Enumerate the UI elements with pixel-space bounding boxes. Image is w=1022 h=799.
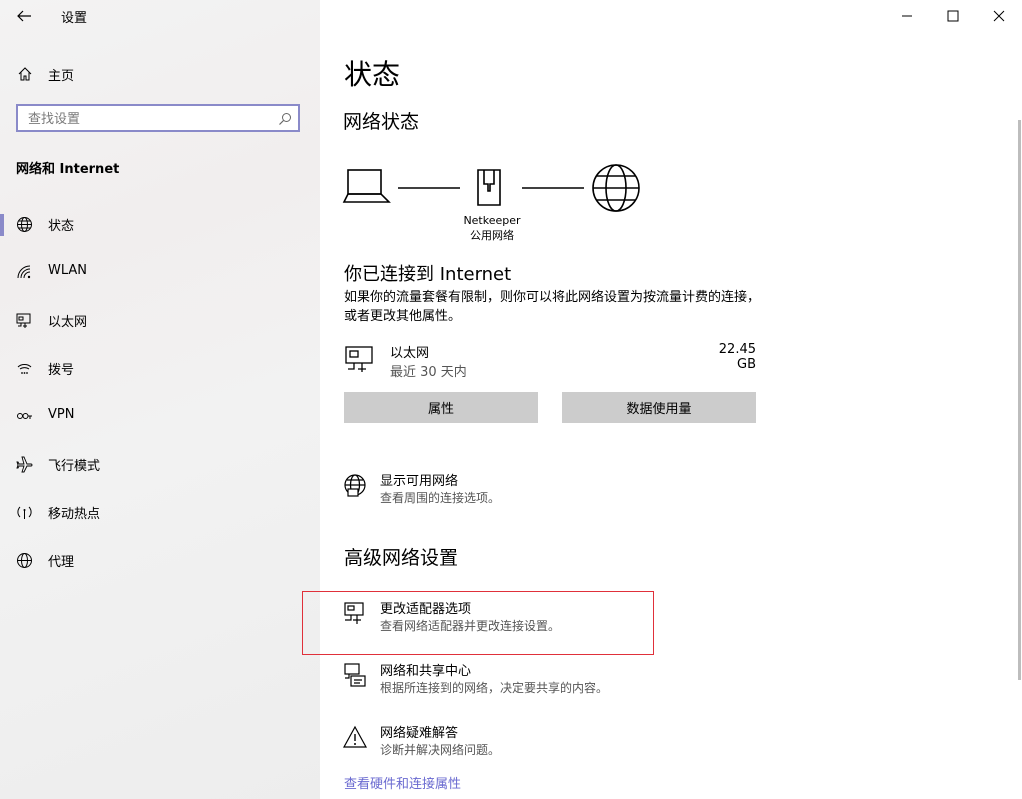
- network-status-title: 网络状态: [343, 111, 420, 133]
- sidebar-item-label: 代理: [48, 555, 75, 570]
- vpn-icon: [16, 408, 33, 425]
- sidebar-item-airplane[interactable]: 飞行模式: [0, 444, 320, 484]
- option-subtitle: 诊断并解决网络问题。: [380, 743, 501, 757]
- sidebar-item-label: 飞行模式: [48, 459, 101, 474]
- page-title: 状态: [344, 58, 401, 91]
- sidebar-item-status[interactable]: 状态: [0, 204, 320, 244]
- sidebar-item-vpn[interactable]: VPN: [0, 396, 320, 436]
- sidebar-item-label: WLAN: [48, 263, 88, 278]
- dialup-icon: [16, 360, 33, 377]
- warning-icon: [342, 724, 368, 750]
- router-icon: [477, 169, 501, 206]
- network-globe-icon: [342, 472, 368, 498]
- sidebar-item-label: 状态: [48, 219, 75, 234]
- home-icon: [17, 66, 33, 82]
- sidebar-item-dialup[interactable]: 拨号: [0, 348, 320, 388]
- option-title: 网络疑难解答: [380, 726, 459, 741]
- proxy-globe-icon: [16, 552, 33, 569]
- search-input[interactable]: [18, 106, 280, 132]
- sidebar-item-label: 拨号: [48, 363, 75, 378]
- active-indicator: [0, 214, 4, 236]
- adapter-usage: 22.45 GB: [718, 342, 756, 372]
- sidebar-item-label: 以太网: [48, 315, 88, 330]
- sidebar-item-proxy[interactable]: 代理: [0, 540, 320, 580]
- back-arrow-icon[interactable]: [14, 6, 34, 26]
- sharing-center-icon: [342, 662, 368, 688]
- app-title: 设置: [61, 11, 88, 26]
- show-networks-option[interactable]: 显示可用网络 查看周围的连接选项。: [342, 470, 742, 510]
- network-name: Netkeeper: [463, 214, 521, 227]
- globe-icon: [16, 216, 33, 233]
- search-box[interactable]: [16, 104, 300, 132]
- connected-title: 你已连接到 Internet: [344, 264, 512, 285]
- airplane-icon: [16, 456, 33, 473]
- sharing-center-option[interactable]: 网络和共享中心 根据所连接到的网络，决定要共享的内容。: [342, 660, 742, 700]
- ethernet-adapter-icon: [344, 345, 378, 373]
- sidebar-item-hotspot[interactable]: 移动热点: [0, 492, 320, 532]
- option-subtitle: 根据所连接到的网络，决定要共享的内容。: [380, 681, 609, 695]
- advanced-settings-title: 高级网络设置: [344, 547, 459, 569]
- laptop-icon: [342, 169, 391, 203]
- sidebar: 设置 主页 网络和 Internet 状态 WLAN 以太网: [0, 0, 320, 799]
- scrollbar[interactable]: [1018, 120, 1021, 680]
- sidebar-item-wlan[interactable]: WLAN: [0, 252, 320, 292]
- option-title: 网络和共享中心: [380, 664, 472, 679]
- network-caption: Netkeeper 公用网络: [452, 213, 532, 243]
- network-type: 公用网络: [470, 229, 514, 242]
- sidebar-item-ethernet[interactable]: 以太网: [0, 300, 320, 340]
- internet-globe-icon: [592, 164, 640, 212]
- wifi-icon: [16, 264, 33, 281]
- sidebar-item-label: VPN: [48, 407, 75, 422]
- data-usage-button[interactable]: 数据使用量: [562, 392, 756, 423]
- main-content: 状态 网络状态 Netkeeper 公用网络 你已连接到 Internet 如果…: [320, 0, 1022, 799]
- search-icon[interactable]: [278, 111, 292, 125]
- home-label: 主页: [48, 69, 75, 84]
- option-title: 显示可用网络: [380, 474, 459, 489]
- troubleshoot-option[interactable]: 网络疑难解答 诊断并解决网络问题。: [342, 722, 742, 762]
- hardware-properties-link[interactable]: 查看硬件和连接属性: [344, 773, 461, 792]
- section-title: 网络和 Internet: [16, 162, 120, 177]
- adapter-period: 最近 30 天内: [390, 365, 467, 380]
- properties-button[interactable]: 属性: [344, 392, 538, 423]
- option-subtitle: 查看周围的连接选项。: [380, 491, 501, 505]
- adapter-name: 以太网: [390, 346, 430, 361]
- home-nav-item[interactable]: 主页: [0, 60, 320, 88]
- connected-description: 如果你的流量套餐有限制，则你可以将此网络设置为按流量计费的连接，或者更改其他属性…: [344, 290, 761, 324]
- hotspot-icon: [16, 504, 33, 521]
- highlight-box: [302, 591, 654, 655]
- sidebar-item-label: 移动热点: [48, 507, 101, 522]
- ethernet-icon: [16, 312, 33, 329]
